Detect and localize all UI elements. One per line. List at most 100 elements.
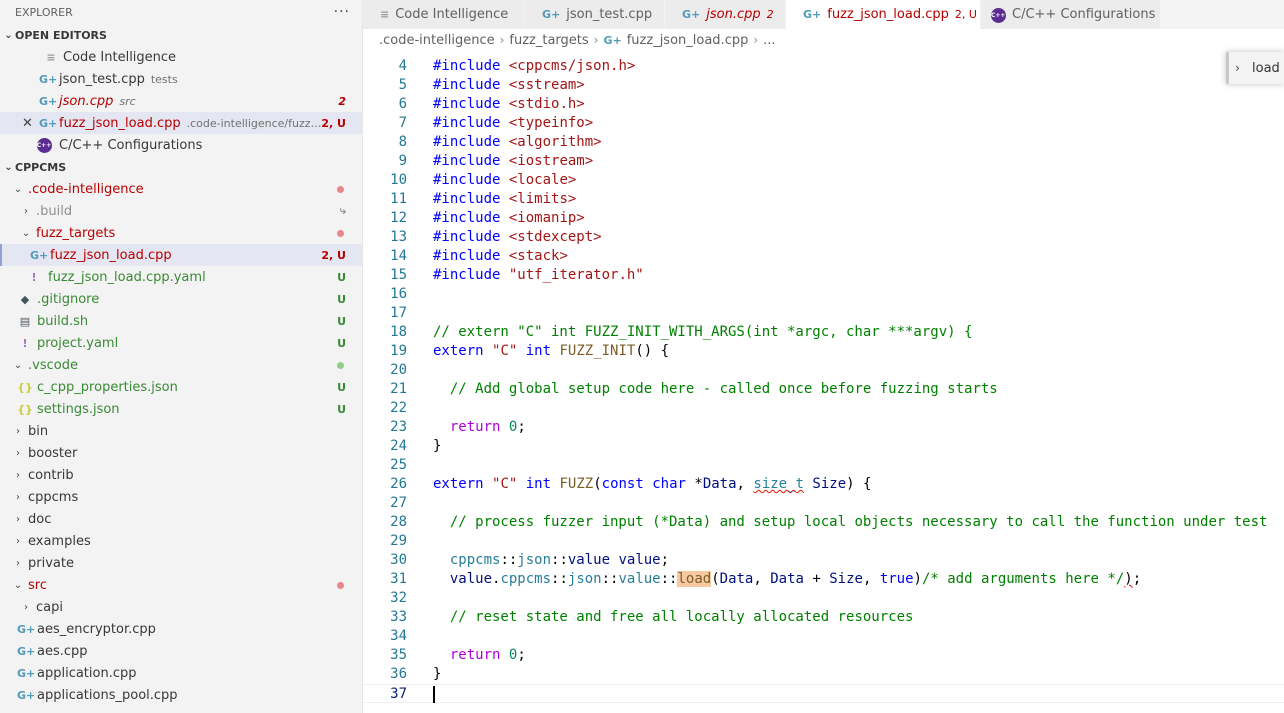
code-line[interactable]: 33 // reset state and free all locally a… — [363, 608, 1284, 627]
tree-folder-contrib[interactable]: › contrib — [0, 464, 362, 486]
code-line[interactable]: 25 — [363, 456, 1284, 475]
code-text[interactable]: #include <typeinfo> — [433, 114, 593, 133]
code-line[interactable]: 10 #include <locale> — [363, 171, 1284, 190]
code-line[interactable]: 22 — [363, 399, 1284, 418]
tree-file-aes[interactable]: G+ aes.cpp — [0, 640, 362, 662]
code-text[interactable]: #include <stdexcept> — [433, 228, 602, 247]
code-text[interactable]: #include <cppcms/json.h> — [433, 57, 635, 76]
code-text[interactable]: #include <iomanip> — [433, 209, 585, 228]
code-text[interactable]: // reset state and free all locally allo… — [433, 608, 914, 627]
code-text[interactable]: return 0; — [433, 646, 526, 665]
open-editor-fuzz-json-load[interactable]: ✕ G+ fuzz_json_load.cpp .code-intelligen… — [0, 112, 362, 134]
code-line[interactable]: 12 #include <iomanip> — [363, 209, 1284, 228]
code-line[interactable]: 16 — [363, 285, 1284, 304]
open-editors-section[interactable]: ⌄ OPEN EDITORS — [0, 24, 362, 46]
find-widget[interactable]: › load — [1226, 52, 1284, 84]
breadcrumb-item[interactable]: fuzz_targets — [509, 33, 588, 48]
code-text[interactable]: } — [433, 665, 441, 684]
code-line[interactable]: 11 #include <limits> — [363, 190, 1284, 209]
tree-file-fuzz-json-load[interactable]: G+ fuzz_json_load.cpp 2, U — [0, 244, 362, 266]
tree-folder-capi[interactable]: › capi — [0, 596, 362, 618]
tree-file-aes-encryptor[interactable]: G+ aes_encryptor.cpp — [0, 618, 362, 640]
close-icon[interactable]: ✕ — [22, 116, 33, 131]
code-line[interactable]: 13 #include <stdexcept> — [363, 228, 1284, 247]
open-editor-json-test[interactable]: G+ json_test.cpp tests — [0, 68, 362, 90]
code-line[interactable]: 4 #include <cppcms/json.h> — [363, 57, 1284, 76]
code-line[interactable]: 15 #include "utf_iterator.h" — [363, 266, 1284, 285]
tree-folder-bin[interactable]: › bin — [0, 420, 362, 442]
code-line[interactable]: 19 extern "C" int FUZZ_INIT() { — [363, 342, 1284, 361]
open-editor-code-intelligence[interactable]: ≡ Code Intelligence — [0, 46, 362, 68]
code-line[interactable]: 5 #include <sstream> — [363, 76, 1284, 95]
tab-json-test[interactable]: G+ json_test.cpp — [525, 0, 665, 29]
tree-folder-cppcms[interactable]: › cppcms — [0, 486, 362, 508]
chevron-right-icon[interactable]: › — [1226, 52, 1246, 84]
breadcrumb-item[interactable]: .code-intelligence — [379, 33, 495, 48]
code-text[interactable]: #include <iostream> — [433, 152, 593, 171]
code-line[interactable]: 23 return 0; — [363, 418, 1284, 437]
tree-file-application[interactable]: G+ application.cpp — [0, 662, 362, 684]
code-text[interactable]: #include <locale> — [433, 171, 576, 190]
code-text[interactable]: #include <limits> — [433, 190, 576, 209]
code-text[interactable]: return 0; — [433, 418, 526, 437]
code-line[interactable]: 35 return 0; — [363, 646, 1284, 665]
code-line[interactable]: 8 #include <algorithm> — [363, 133, 1284, 152]
tree-file-build-sh[interactable]: ▤ build.sh U — [0, 310, 362, 332]
tree-file-gitignore[interactable]: ◆ .gitignore U — [0, 288, 362, 310]
code-line[interactable]: 7 #include <typeinfo> — [363, 114, 1284, 133]
tree-folder-src[interactable]: ⌄ src — [0, 574, 362, 596]
open-editor-json-cpp[interactable]: G+ json.cpp src 2 — [0, 90, 362, 112]
code-text[interactable]: value.cppcms::json::value::load(Data, Da… — [433, 570, 1141, 589]
code-line[interactable]: 9 #include <iostream> — [363, 152, 1284, 171]
code-text[interactable]: #include <algorithm> — [433, 133, 602, 152]
find-input[interactable]: load — [1252, 61, 1280, 76]
breadcrumb-item[interactable]: fuzz_json_load.cpp — [627, 33, 749, 48]
tree-folder-booster[interactable]: › booster — [0, 442, 362, 464]
code-line[interactable]: 24} — [363, 437, 1284, 456]
code-text[interactable]: #include <sstream> — [433, 76, 585, 95]
code-line[interactable]: 37 — [363, 684, 1284, 703]
tree-folder-private[interactable]: › private — [0, 552, 362, 574]
tree-folder-build[interactable]: › .build ⤷ — [0, 200, 362, 222]
code-line[interactable]: 34 — [363, 627, 1284, 646]
tab-cpp-configurations[interactable]: C++ C/C++ Configurations — [981, 0, 1161, 29]
code-text[interactable]: extern "C" int FUZZ(const char *Data, si… — [433, 475, 871, 494]
code-line[interactable]: 21 // Add global setup code here - calle… — [363, 380, 1284, 399]
code-editor[interactable]: 4 #include <cppcms/json.h> 5 #include <sstr… — [363, 57, 1284, 713]
code-line[interactable]: 31 value.cppcms::json::value::load(Data,… — [363, 570, 1284, 589]
tab-json-cpp[interactable]: G+ json.cpp 2 — [665, 0, 786, 29]
tree-folder-code-intelligence[interactable]: ⌄ .code-intelligence — [0, 178, 362, 200]
code-text[interactable]: } — [433, 437, 441, 456]
tree-file-project-yaml[interactable]: ! project.yaml U — [0, 332, 362, 354]
code-text[interactable]: cppcms::json::value value; — [433, 551, 669, 570]
code-line[interactable]: 18 // extern "C" int FUZZ_INIT_WITH_ARGS(… — [363, 323, 1284, 342]
tree-folder-doc[interactable]: › doc — [0, 508, 362, 530]
workspace-section[interactable]: ⌄ CPPCMS — [0, 156, 362, 178]
code-line[interactable]: 27 — [363, 494, 1284, 513]
code-line[interactable]: 28 // process fuzzer input (*Data) and s… — [363, 513, 1284, 532]
tab-code-intelligence[interactable]: ≡ Code Intelligence — [363, 0, 525, 29]
code-line[interactable]: 6 #include <stdio.h> — [363, 95, 1284, 114]
code-text[interactable]: // extern "C" int FUZZ_INIT_WITH_ARGS(in… — [433, 323, 972, 342]
code-line[interactable]: 29 — [363, 532, 1284, 551]
tree-file-c-cpp-properties[interactable]: {} c_cpp_properties.json U — [0, 376, 362, 398]
open-editor-cpp-configurations[interactable]: C++ C/C++ Configurations — [0, 134, 362, 156]
more-actions-icon[interactable]: ··· — [334, 4, 350, 20]
tree-file-applications-pool[interactable]: G+ applications_pool.cpp — [0, 684, 362, 706]
tree-folder-vscode[interactable]: ⌄ .vscode — [0, 354, 362, 376]
code-line[interactable]: 14 #include <stack> — [363, 247, 1284, 266]
code-line[interactable]: 20 — [363, 361, 1284, 380]
code-line[interactable]: 30 cppcms::json::value value; — [363, 551, 1284, 570]
code-text[interactable]: #include <stack> — [433, 247, 568, 266]
breadcrumb-item[interactable]: ... — [763, 33, 775, 48]
tree-file-fuzz-json-load-yaml[interactable]: ! fuzz_json_load.cpp.yaml U — [0, 266, 362, 288]
code-text[interactable]: // process fuzzer input (*Data) and setu… — [433, 513, 1268, 532]
code-text[interactable]: // Add global setup code here - called o… — [433, 380, 998, 399]
code-text[interactable]: #include <stdio.h> — [433, 95, 585, 114]
code-line[interactable]: 36} — [363, 665, 1284, 684]
tab-fuzz-json-load[interactable]: G+ fuzz_json_load.cpp 2, U ✕ — [786, 0, 997, 29]
tree-folder-examples[interactable]: › examples — [0, 530, 362, 552]
tree-file-settings-json[interactable]: {} settings.json U — [0, 398, 362, 420]
code-text[interactable] — [433, 685, 435, 704]
code-text[interactable]: #include "utf_iterator.h" — [433, 266, 644, 285]
